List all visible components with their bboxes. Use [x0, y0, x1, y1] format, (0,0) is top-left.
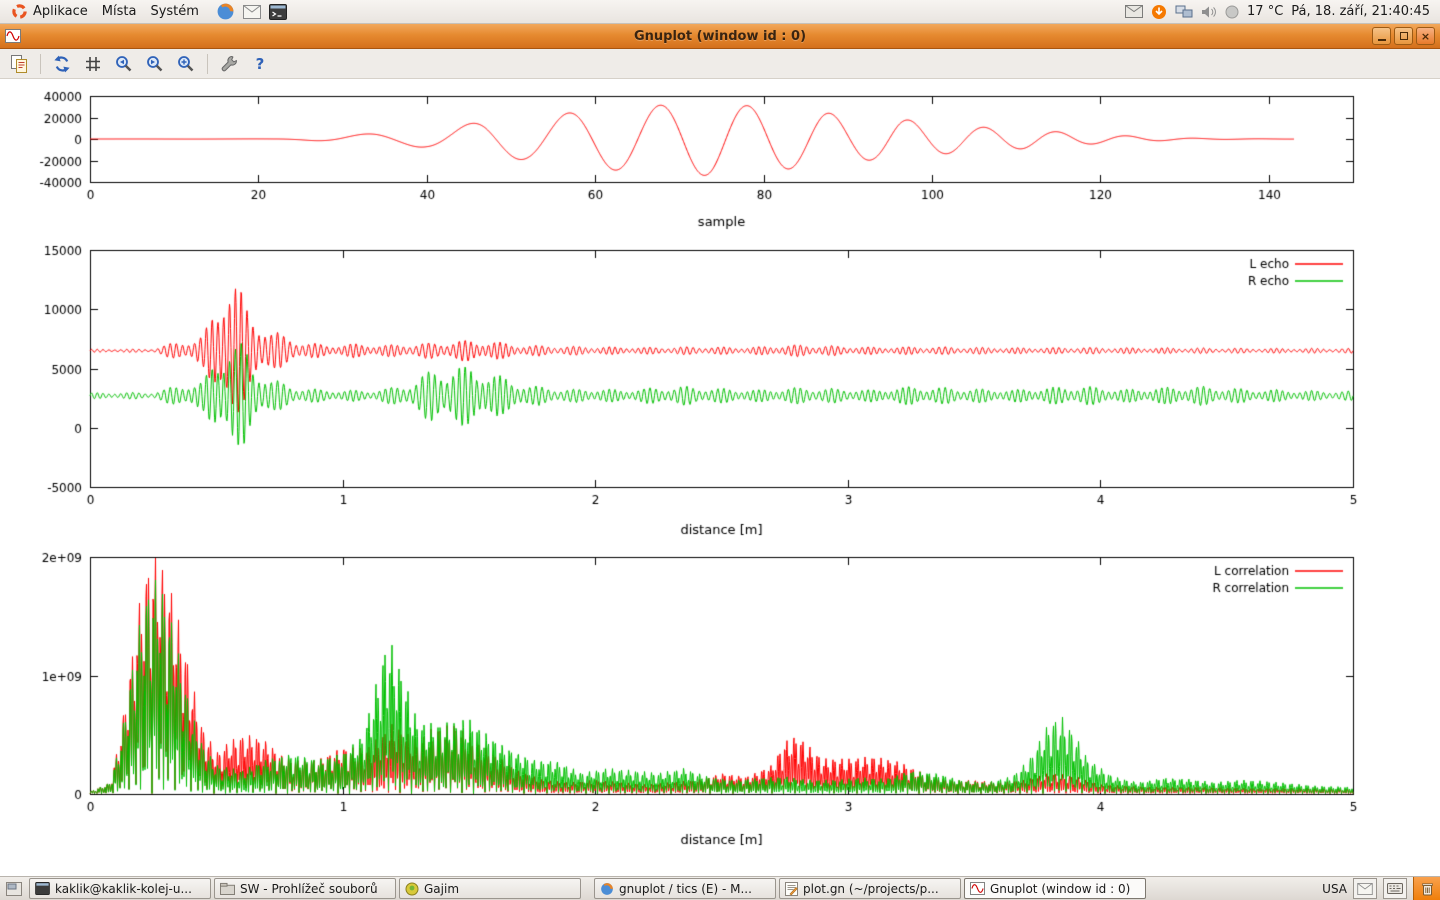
- places-menu[interactable]: Místa: [95, 0, 144, 24]
- toolbar-separator: [40, 54, 41, 74]
- previous-zoom-icon: [114, 54, 134, 74]
- mail-tray-button[interactable]: [1353, 878, 1377, 899]
- gnuplot-toolbar: ?: [0, 49, 1440, 79]
- applications-menu[interactable]: Aplikace: [4, 0, 95, 24]
- help-icon: ?: [250, 54, 270, 74]
- gajim-icon: [405, 882, 419, 896]
- next-zoom-icon: [145, 54, 165, 74]
- file-manager-icon: [220, 882, 235, 895]
- clock[interactable]: Pá, 18. září, 21:40:45: [1291, 4, 1430, 19]
- window-list-applet-handle[interactable]: [2, 878, 26, 900]
- taskbar-item-file-manager[interactable]: SW - Prohlížeč souborů: [214, 878, 396, 899]
- terminal-icon[interactable]: [269, 4, 287, 20]
- keyboard-icon: [1387, 883, 1403, 894]
- mail-icon[interactable]: [243, 5, 261, 19]
- replot-button[interactable]: [49, 51, 75, 77]
- taskbar-item-label: kaklik@kaklik-kolej-u...: [55, 882, 192, 896]
- applications-menu-label: Aplikace: [33, 4, 88, 19]
- next-zoom-button[interactable]: [142, 51, 168, 77]
- mail-notification-icon[interactable]: [1125, 5, 1143, 18]
- toolbar-separator: [207, 54, 208, 74]
- keyboard-layout-indicator[interactable]: USA: [1322, 882, 1347, 896]
- wrench-icon: [219, 54, 239, 74]
- echo-waveforms-chart[interactable]: [0, 234, 1440, 542]
- minimize-icon: [1378, 39, 1386, 41]
- taskbar-item-gnuplot[interactable]: Gnuplot (window id : 0): [964, 878, 1146, 899]
- svg-text:?: ?: [256, 55, 265, 73]
- keyboard-indicator-button[interactable]: [1383, 878, 1407, 899]
- terminal-icon: [35, 882, 50, 895]
- taskbar-item-gajim[interactable]: Gajim: [399, 878, 581, 899]
- replot-icon: [52, 54, 72, 74]
- taskbar-item-label: plot.gn (~/projects/p...: [803, 882, 939, 896]
- close-icon: ×: [1421, 31, 1430, 42]
- ubuntu-logo-icon: [11, 3, 28, 20]
- copy-to-clipboard-button[interactable]: [6, 51, 32, 77]
- volume-icon[interactable]: [1201, 5, 1217, 19]
- window-title: Gnuplot (window id : 0): [0, 29, 1440, 44]
- toggle-grid-button[interactable]: [80, 51, 106, 77]
- gnuplot-plot-area: [0, 79, 1440, 876]
- window-list-icon: [6, 882, 22, 896]
- configure-button[interactable]: [216, 51, 242, 77]
- network-icon[interactable]: [1175, 5, 1193, 19]
- firefox-icon[interactable]: [216, 2, 235, 21]
- panel-launchers: [216, 2, 287, 21]
- help-button[interactable]: ?: [247, 51, 273, 77]
- taskbar-item-editor[interactable]: plot.gn (~/projects/p...: [779, 878, 961, 899]
- autoscale-icon: [176, 54, 196, 74]
- correlation-chart[interactable]: [0, 542, 1440, 852]
- grid-icon: [83, 54, 103, 74]
- trash-applet-button[interactable]: [1413, 877, 1440, 900]
- copy-icon: [9, 54, 29, 74]
- close-button[interactable]: ×: [1416, 27, 1435, 45]
- maximize-button[interactable]: [1394, 27, 1413, 45]
- system-menu[interactable]: Systém: [143, 0, 205, 24]
- gnuplot-icon: [970, 882, 985, 895]
- update-notifier-icon[interactable]: [1151, 4, 1167, 20]
- temperature-label[interactable]: 17 °C: [1247, 4, 1283, 19]
- sample-waveform-chart[interactable]: [0, 79, 1440, 234]
- taskbar-item-terminal[interactable]: kaklik@kaklik-kolej-u...: [29, 878, 211, 899]
- maximize-icon: [1400, 32, 1408, 40]
- system-menu-label: Systém: [150, 4, 198, 19]
- autoscale-button[interactable]: [173, 51, 199, 77]
- system-tray: 17 °C Pá, 18. září, 21:40:45: [1125, 4, 1436, 20]
- firefox-icon: [600, 882, 614, 896]
- taskbar-item-label: Gnuplot (window id : 0): [990, 882, 1130, 896]
- window-titlebar[interactable]: Gnuplot (window id : 0) ×: [0, 24, 1440, 49]
- taskbar-item-label: SW - Prohlížeč souborů: [240, 882, 378, 896]
- minimize-button[interactable]: [1372, 27, 1391, 45]
- previous-zoom-button[interactable]: [111, 51, 137, 77]
- text-editor-icon: [785, 882, 798, 896]
- taskbar-item-label: Gajim: [424, 882, 459, 896]
- gnome-top-panel: Aplikace Místa Systém 17: [0, 0, 1440, 24]
- weather-icon[interactable]: [1225, 5, 1239, 19]
- mail-icon: [1357, 883, 1373, 895]
- places-menu-label: Místa: [102, 4, 137, 19]
- gnome-bottom-panel: kaklik@kaklik-kolej-u... SW - Prohlížeč …: [0, 876, 1440, 900]
- trash-icon: [1421, 882, 1434, 896]
- taskbar-item-firefox[interactable]: gnuplot / tics (E) - M...: [594, 878, 776, 899]
- taskbar-item-label: gnuplot / tics (E) - M...: [619, 882, 752, 896]
